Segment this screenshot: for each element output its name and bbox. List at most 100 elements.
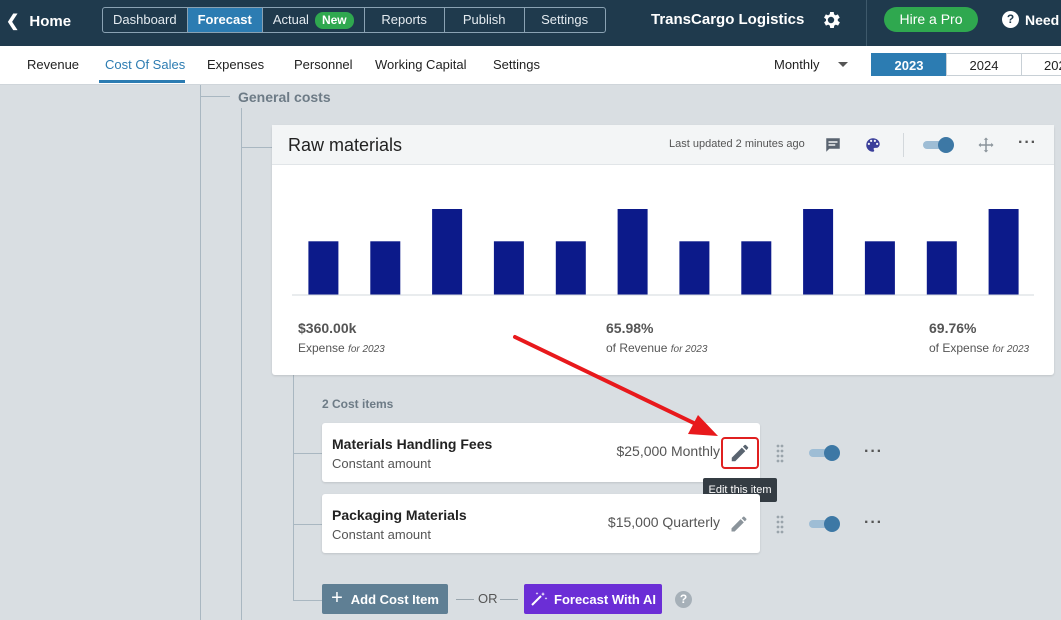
nav-dashboard-label: Dashboard: [113, 12, 177, 27]
chart-bar: [803, 209, 834, 295]
chart-bar: [864, 241, 895, 296]
tree-line: [293, 453, 322, 454]
new-badge: New: [314, 11, 354, 29]
cost-item-toggle[interactable]: [809, 516, 840, 532]
nav-settings[interactable]: Settings: [525, 8, 605, 32]
plus-icon: +: [331, 586, 343, 609]
tree-line: [200, 96, 230, 97]
nav-forecast[interactable]: Forecast: [187, 8, 263, 32]
comment-icon[interactable]: [824, 136, 842, 154]
cost-item-name: Packaging Materials: [332, 507, 467, 523]
card-toggle[interactable]: [923, 137, 954, 153]
revenue-pct-label: of Revenue for 2023: [606, 341, 707, 355]
expense-pct-label-text: of Expense: [929, 341, 990, 355]
tab-settings[interactable]: Settings: [493, 57, 540, 72]
year-2023[interactable]: 2023: [871, 53, 947, 76]
caret-down-icon[interactable]: [838, 62, 848, 67]
chart-bar: [493, 241, 524, 296]
chart-bar: [988, 209, 1019, 295]
chart-bar: [741, 241, 772, 296]
magic-wand-icon: [531, 592, 548, 606]
tab-expenses[interactable]: Expenses: [207, 57, 264, 72]
nav-reports-label: Reports: [381, 12, 427, 27]
revenue-pct-label-text: of Revenue: [606, 341, 668, 355]
more-icon[interactable]: ···: [864, 514, 883, 532]
tab-personnel[interactable]: Personnel: [294, 57, 353, 72]
more-icon[interactable]: ···: [1018, 134, 1037, 152]
company-name: TransCargo Logistics: [651, 11, 805, 28]
sub-nav: Revenue Cost Of Sales Expenses Personnel…: [0, 46, 1061, 85]
divider: [903, 133, 904, 157]
tree-line: [200, 85, 201, 620]
cost-items-count: 2 Cost items: [322, 397, 394, 411]
help-icon[interactable]: ?: [675, 591, 692, 608]
last-updated: Last updated 2 minutes ago: [669, 138, 805, 150]
cost-item[interactable]: Packaging Materials Constant amount $15,…: [322, 494, 760, 553]
add-cost-item-button[interactable]: + Add Cost Item: [322, 584, 448, 614]
nav-actual[interactable]: Actual New: [263, 8, 365, 32]
question-icon: ?: [1002, 11, 1019, 28]
chart-bar: [432, 209, 463, 295]
chevron-left-icon: ❮: [6, 13, 20, 30]
or-label: OR: [478, 591, 498, 606]
cost-item-amount: $25,000 Monthly: [616, 443, 720, 459]
home-link[interactable]: ❮ Home: [6, 11, 71, 31]
nav-actual-label: Actual: [272, 12, 309, 27]
expense-label-text: Expense: [298, 341, 345, 355]
forecast-with-ai-button[interactable]: Forecast With AI: [524, 584, 662, 614]
tree-line: [241, 108, 242, 620]
nav-settings-label: Settings: [541, 12, 589, 27]
expense-value: $360.00k: [298, 320, 357, 336]
pencil-icon[interactable]: [729, 442, 751, 464]
year-2024[interactable]: 2024: [946, 53, 1022, 76]
chart-bar: [370, 241, 401, 296]
main-nav: Dashboard Forecast Actual New Reports Pub…: [102, 7, 606, 33]
expense-pct-qualifier: for 2023: [992, 344, 1030, 355]
nav-dashboard[interactable]: Dashboard: [103, 8, 188, 32]
cost-item[interactable]: Materials Handling Fees Constant amount …: [322, 423, 760, 482]
active-tab-indicator: [99, 80, 185, 83]
revenue-pct-qualifier: for 2023: [670, 344, 708, 355]
pencil-icon[interactable]: [729, 514, 749, 534]
section-title: General costs: [238, 89, 331, 105]
palette-icon[interactable]: [864, 136, 882, 154]
year-2025[interactable]: 202: [1021, 53, 1061, 76]
cost-item-type: Constant amount: [332, 456, 432, 471]
help-label: Need H: [1025, 11, 1061, 28]
chart-bar: [679, 241, 710, 296]
forecast-with-ai-label: Forecast With AI: [554, 591, 656, 607]
card-title: Raw materials: [288, 135, 403, 155]
drag-handle-icon[interactable]: [775, 514, 785, 534]
home-label: Home: [29, 12, 72, 30]
expense-qualifier: for 2023: [348, 344, 385, 355]
card-header: Raw materials Last updated 2 minutes ago…: [272, 125, 1054, 165]
tree-line: [293, 375, 294, 601]
expense-label: Expense for 2023: [298, 341, 385, 355]
expense-pct-value: 69.76%: [929, 320, 977, 336]
more-icon[interactable]: ···: [864, 443, 883, 461]
tab-revenue[interactable]: Revenue: [27, 57, 79, 72]
divider: [866, 0, 867, 46]
move-icon[interactable]: [977, 136, 995, 154]
nav-publish[interactable]: Publish: [445, 8, 525, 32]
tab-working-capital[interactable]: Working Capital: [375, 57, 467, 72]
top-bar: ❮ Home Dashboard Forecast Actual New Repo…: [0, 0, 1061, 46]
add-cost-item-label: Add Cost Item: [350, 591, 439, 607]
help-link[interactable]: ? Need H: [1002, 11, 1061, 28]
drag-handle-icon[interactable]: [775, 443, 785, 463]
chart-bar: [308, 241, 339, 296]
cost-item-amount: $15,000 Quarterly: [607, 514, 720, 530]
nav-reports[interactable]: Reports: [365, 8, 445, 32]
period-select[interactable]: Monthly: [774, 57, 820, 72]
tab-cost-of-sales[interactable]: Cost Of Sales: [105, 57, 185, 72]
nav-forecast-label: Forecast: [197, 12, 252, 27]
divider: [500, 599, 518, 600]
gear-icon[interactable]: [820, 9, 842, 31]
hire-pro-button[interactable]: Hire a Pro: [884, 7, 978, 32]
bar-chart: [292, 209, 1034, 296]
tree-line: [241, 147, 272, 148]
cost-item-toggle[interactable]: [809, 445, 840, 461]
divider: [456, 599, 474, 600]
tree-line: [293, 524, 322, 525]
raw-materials-card: Raw materials Last updated 2 minutes ago…: [272, 125, 1054, 375]
